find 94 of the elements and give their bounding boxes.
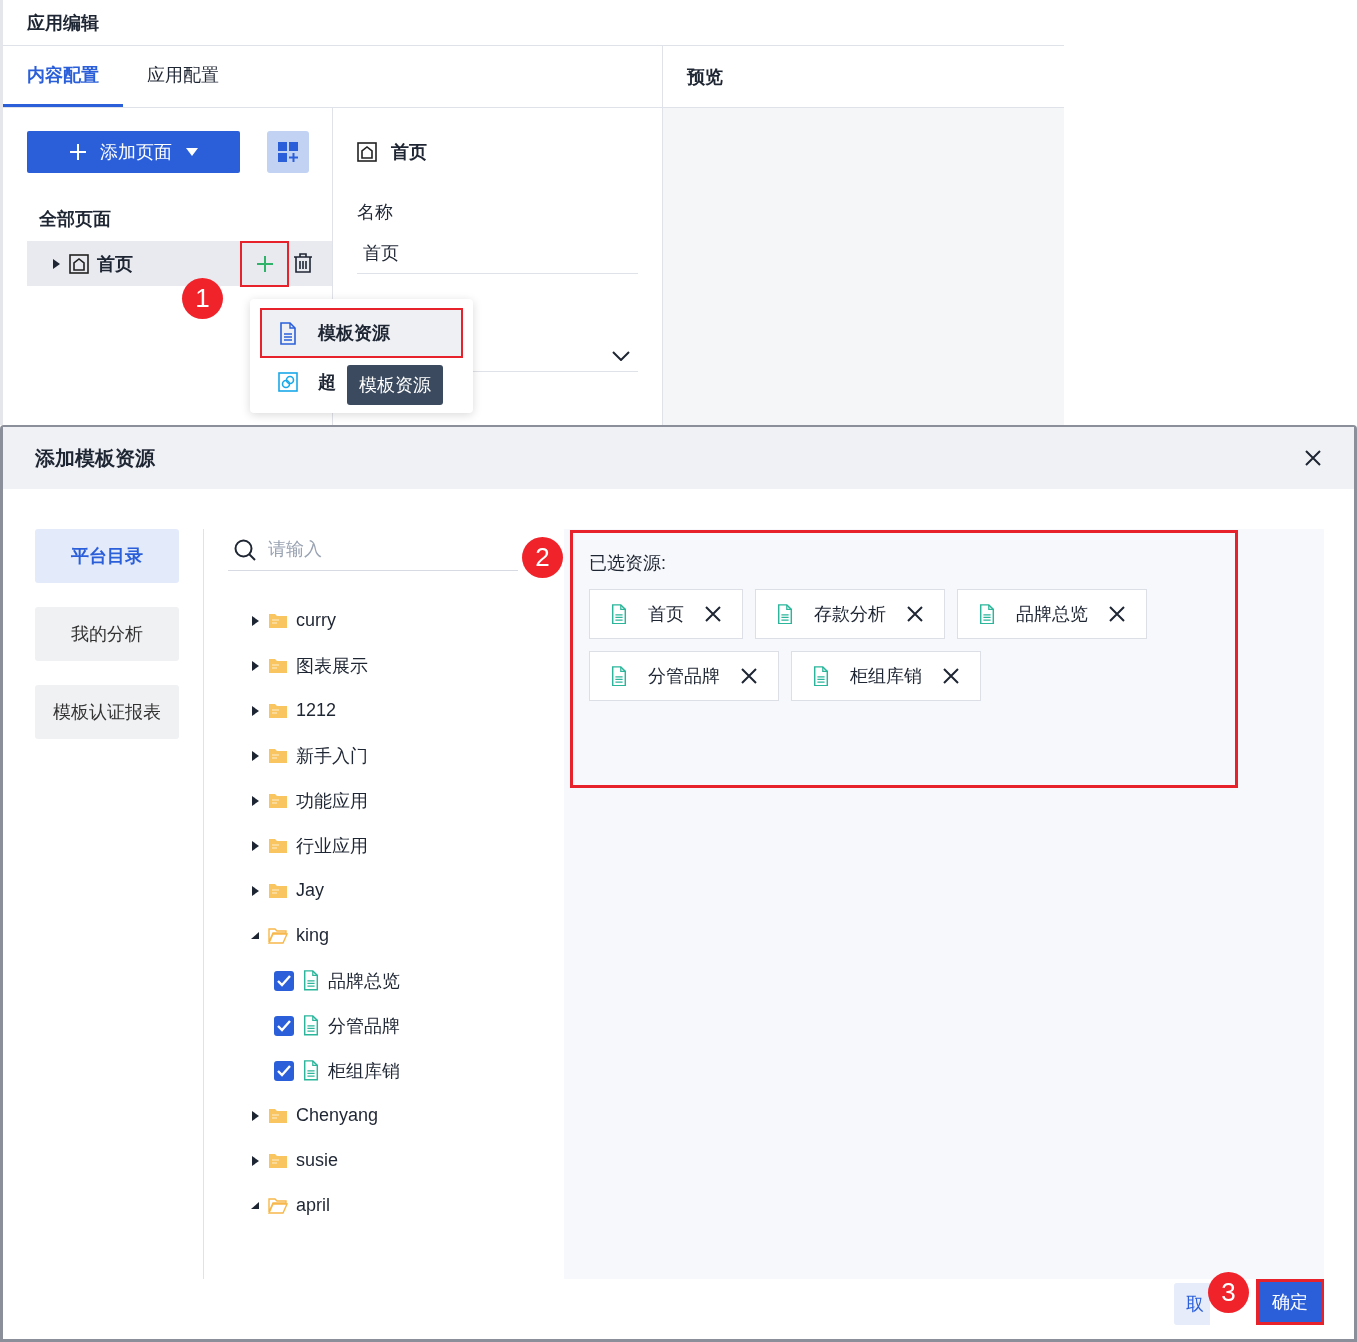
remove-icon[interactable] [740,667,758,685]
folder-icon [268,612,288,629]
button-label: 添加页面 [99,141,172,164]
page-tree-row[interactable]: 首页 [27,241,332,286]
folder-icon [268,1152,288,1169]
selected-label: 已选资源: [589,552,667,575]
tag-label: 品牌总览 [1016,603,1088,626]
home-icon [357,142,377,162]
search-field[interactable]: 请输入 [266,538,518,561]
tree-item-label[interactable]: 柜组库销 [328,1058,400,1083]
document-icon [812,665,830,687]
tab[interactable]: 应用配置 [123,46,243,107]
remove-icon[interactable] [906,605,924,623]
tree-item-label[interactable]: curry [296,610,336,631]
plus-icon [255,255,274,273]
folder-icon [268,1107,288,1124]
tree-item-label[interactable]: 功能应用 [296,788,368,813]
caret-icon[interactable] [250,750,260,761]
document-icon [278,321,298,345]
caret-icon[interactable] [250,705,260,716]
tag-label: 分管品牌 [648,665,720,688]
tree-item-label[interactable]: 新手入门 [296,743,368,768]
document-icon [302,1015,320,1036]
caret-icon[interactable] [250,1200,260,1211]
grid-plus-icon [278,142,298,162]
page-title: 应用编辑 [27,11,99,35]
tree-item-label[interactable]: 行业应用 [296,833,368,858]
confirm-button[interactable]: 确定 [1256,1279,1324,1325]
nav-item[interactable]: 我的分析 [35,607,179,661]
caret-icon[interactable] [250,1110,260,1121]
tree-item-label[interactable]: Jay [296,880,324,901]
callout-badge: 2 [522,537,563,578]
folder-icon [268,657,288,674]
tree-item-label[interactable]: Chenyang [296,1105,379,1126]
caret-icon[interactable] [250,660,260,671]
chevron-down-icon [612,351,630,361]
nav-item[interactable]: 模板认证报表 [35,685,179,739]
remove-icon[interactable] [1108,605,1126,623]
tree-item-label[interactable]: susie [296,1150,339,1171]
document-icon [610,665,628,687]
document-icon [610,603,628,625]
document-icon [978,603,996,625]
form-title: 首页 [391,141,427,164]
tag-label: 柜组库销 [850,665,922,688]
checkbox[interactable] [274,1015,294,1036]
tooltip: 模板资源 [347,365,443,405]
tree-item-label[interactable]: 分管品牌 [328,1013,400,1038]
caret-icon[interactable] [51,258,61,269]
tab[interactable]: 内容配置 [3,46,123,107]
cancel-button[interactable]: 取 [1174,1283,1210,1325]
add-child-button[interactable] [240,241,289,287]
tag-label: 首页 [648,603,684,626]
caret-icon[interactable] [250,930,260,941]
tree-item-label[interactable]: 1212 [296,700,337,721]
folder-icon [268,747,288,764]
caret-icon[interactable] [250,615,260,626]
document-icon [302,970,320,991]
caret-icon [185,148,198,156]
caret-icon[interactable] [250,840,260,851]
folder-icon [268,792,288,809]
trash-icon[interactable] [293,253,313,273]
plus-icon [69,144,86,160]
home-icon [69,253,89,274]
document-icon [302,1060,320,1081]
remove-icon[interactable] [942,667,960,685]
folder-icon [268,1197,288,1214]
section-heading: 全部页面 [39,208,112,231]
caret-icon[interactable] [250,795,260,806]
remove-icon[interactable] [704,605,722,623]
menu-item[interactable]: 模板资源 [260,308,463,358]
folder-icon [268,837,288,854]
tree-item-label[interactable]: 图表展示 [296,653,368,678]
document-icon [776,603,794,625]
caret-icon[interactable] [250,885,260,896]
link-icon [278,372,298,392]
folder-icon [268,927,288,944]
tree-item-label[interactable]: king [296,925,330,946]
folder-icon [268,882,288,899]
tree-item-label[interactable]: 品牌总览 [328,968,400,993]
nav-item[interactable]: 平台目录 [35,529,179,583]
checkbox[interactable] [274,1060,294,1081]
field-label: 名称 [357,201,394,224]
close-button[interactable] [1304,449,1322,467]
dialog-title: 添加模板资源 [35,445,155,471]
caret-icon[interactable] [250,1155,260,1166]
preview-title: 预览 [687,65,723,89]
add-page-button[interactable]: 添加页面 [27,131,240,173]
search-icon [234,538,256,561]
folder-icon [268,702,288,719]
grid-add-button[interactable] [267,131,309,173]
tag-label: 存款分析 [814,603,886,626]
tree-item-label[interactable]: april [296,1195,330,1216]
callout-badge: 1 [182,278,223,319]
checkbox[interactable] [274,970,294,991]
